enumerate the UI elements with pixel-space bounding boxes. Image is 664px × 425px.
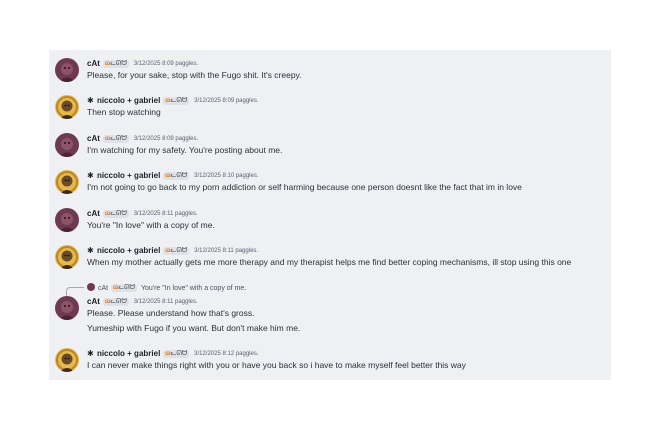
message-header: ✱ niccolo + gabriel ɷᓚᘏᗢ 3/12/2025 8:09 pa… <box>87 95 259 107</box>
reply-connector <box>66 287 84 296</box>
timestamp: 3/12/2025 8:09 paggles. <box>133 61 199 67</box>
username[interactable]: cAt <box>87 209 100 218</box>
avatar-cat[interactable] <box>55 296 79 320</box>
message-header: ✱ niccolo + gabriel ɷᓚᘏᗢ 3/12/2025 8:10 pa… <box>87 170 259 182</box>
timestamp: 3/12/2025 8:11 paggles. <box>194 248 259 254</box>
server-tag[interactable]: ɷᓚᘏᗢ <box>102 135 129 143</box>
server-tag[interactable]: ɷᓚᘏᗢ <box>163 172 190 180</box>
server-tag[interactable]: ɷᓚᘏᗢ <box>102 210 129 218</box>
reply-username[interactable]: cAt <box>98 285 108 292</box>
message-text: I'm watching for my safety. You're posti… <box>87 145 283 155</box>
username[interactable]: niccolo + gabriel <box>97 171 160 180</box>
reply-reference[interactable]: cAt ɷᓚᘏᗢ You're "In love" with a copy of m… <box>49 283 611 296</box>
reply-avatar <box>87 283 95 291</box>
message-text: Yumeship with Fugo if you want. But don'… <box>87 323 301 333</box>
message-header: cAt ɷᓚᘏᗢ 3/12/2025 8:09 paggles. <box>87 58 198 70</box>
message-text: When my mother actually gets me more the… <box>87 257 572 267</box>
server-tag[interactable]: ɷᓚᘏᗢ <box>102 298 129 306</box>
server-tag[interactable]: ɷᓚᘏᗢ <box>163 247 190 255</box>
asterisk-icon: ✱ <box>87 96 94 105</box>
avatar-niccolo[interactable] <box>55 245 79 269</box>
timestamp: 3/12/2025 8:11 paggles. <box>133 299 198 305</box>
server-tag[interactable]: ɷᓚᘏᗢ <box>102 60 129 68</box>
username[interactable]: niccolo + gabriel <box>97 96 160 105</box>
avatar-niccolo[interactable] <box>55 95 79 119</box>
message-text: You're "In love" with a copy of me. <box>87 220 215 230</box>
message-header: ✱ niccolo + gabriel ɷᓚᘏᗢ 3/12/2025 8:12 pa… <box>87 348 259 360</box>
reply-server-tag: ɷᓚᘏᗢ <box>111 284 137 292</box>
timestamp: 3/12/2025 8:11 paggles. <box>133 211 198 217</box>
avatar-cat[interactable] <box>55 208 79 232</box>
reply-preview[interactable]: cAt ɷᓚᘏᗢ You're "In love" with a copy of m… <box>87 283 246 293</box>
asterisk-icon: ✱ <box>87 349 94 358</box>
username[interactable]: cAt <box>87 134 100 143</box>
message-header: cAt ɷᓚᘏᗢ 3/12/2025 8:11 paggles. <box>87 208 198 220</box>
chat-log: cAt ɷᓚᘏᗢ 3/12/2025 8:09 paggles. Please, f… <box>49 50 611 380</box>
username[interactable]: niccolo + gabriel <box>97 246 160 255</box>
message-text: I can never make things right with you o… <box>87 360 466 370</box>
asterisk-icon: ✱ <box>87 246 94 255</box>
server-tag[interactable]: ɷᓚᘏᗢ <box>163 97 190 105</box>
username[interactable]: cAt <box>87 59 100 68</box>
message-header: cAt ɷᓚᘏᗢ 3/12/2025 8:09 paggles. <box>87 133 198 145</box>
message-text: Then stop watching <box>87 107 161 117</box>
asterisk-icon: ✱ <box>87 171 94 180</box>
message-header: cAt ɷᓚᘏᗢ 3/12/2025 8:11 paggles. <box>87 296 198 308</box>
server-tag[interactable]: ɷᓚᘏᗢ <box>163 350 190 358</box>
timestamp: 3/12/2025 8:09 paggles. <box>133 136 199 142</box>
message-header: ✱ niccolo + gabriel ɷᓚᘏᗢ 3/12/2025 8:11 pa… <box>87 245 258 257</box>
avatar-niccolo[interactable] <box>55 348 79 372</box>
message-text: I'm not going to go back to my porn addi… <box>87 182 522 192</box>
reply-text: You're "In love" with a copy of me. <box>140 285 247 292</box>
username[interactable]: niccolo + gabriel <box>97 349 160 358</box>
message-text: Please, for your sake, stop with the Fug… <box>87 70 302 80</box>
timestamp: 3/12/2025 8:12 paggles. <box>194 351 259 357</box>
timestamp: 3/12/2025 8:10 paggles. <box>194 173 259 179</box>
username[interactable]: cAt <box>87 297 100 306</box>
message-text: Please. Please understand how that's gro… <box>87 308 255 318</box>
avatar-cat[interactable] <box>55 133 79 157</box>
timestamp: 3/12/2025 8:09 paggles. <box>194 98 259 104</box>
avatar-niccolo[interactable] <box>55 170 79 194</box>
avatar-cat[interactable] <box>55 58 79 82</box>
